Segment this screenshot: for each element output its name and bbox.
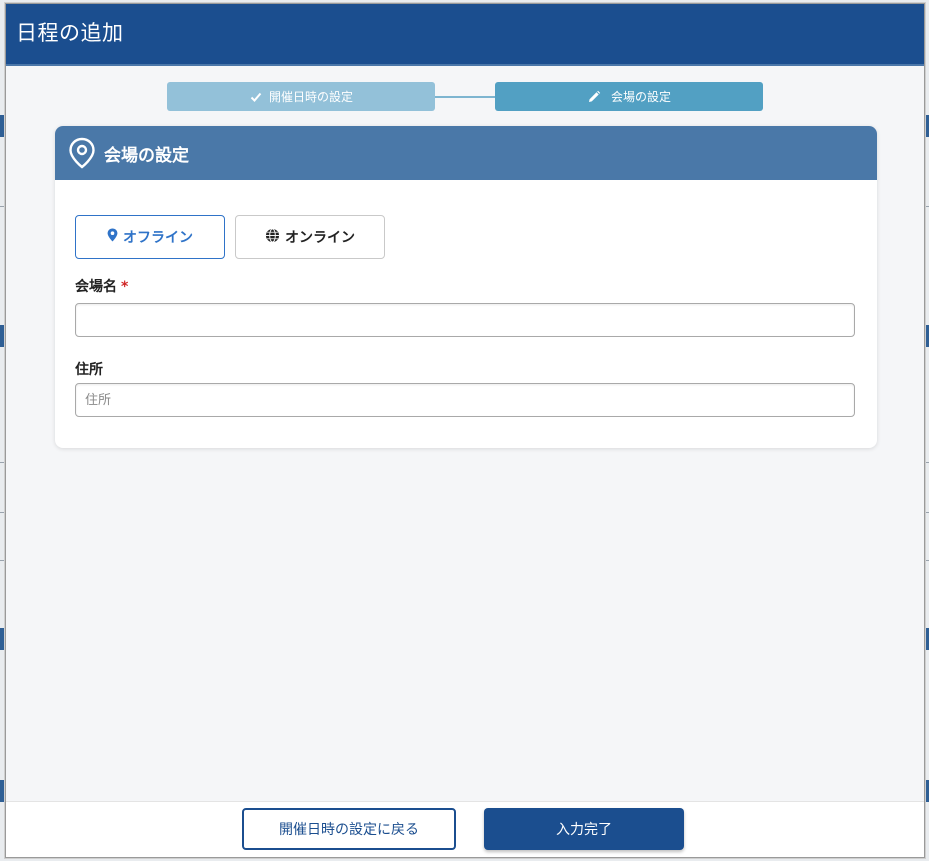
modal-title: 日程の追加: [16, 21, 124, 45]
offline-toggle-button[interactable]: オフライン: [75, 215, 225, 259]
address-input[interactable]: [75, 383, 855, 417]
check-icon: [249, 90, 263, 104]
required-mark: *: [121, 279, 129, 295]
step-connector: [435, 96, 495, 98]
step-datetime-settings: 開催日時の設定: [167, 82, 435, 111]
pencil-icon: [587, 90, 601, 104]
modal-footer: 開催日時の設定に戻る 入力完了: [6, 801, 924, 857]
venue-name-input[interactable]: [75, 303, 855, 337]
venue-settings-card: 会場の設定 オフライン オンライン 会場名 * 住所: [55, 126, 877, 448]
modal-header: 日程の追加: [6, 4, 924, 66]
location-pin-icon: [67, 137, 97, 169]
address-label: 住所: [75, 362, 103, 378]
offline-label: オフライン: [123, 230, 193, 246]
map-marker-icon: [107, 228, 118, 246]
complete-input-button[interactable]: 入力完了: [484, 808, 684, 850]
back-to-datetime-button[interactable]: 開催日時の設定に戻る: [242, 808, 456, 850]
online-toggle-button[interactable]: オンライン: [235, 215, 385, 259]
online-label: オンライン: [285, 230, 355, 246]
step-label: 開催日時の設定: [268, 90, 353, 104]
step-venue-settings: 会場の設定: [495, 82, 763, 111]
card-title: 会場の設定: [104, 146, 189, 166]
card-header: 会場の設定: [55, 126, 877, 180]
step-label: 会場の設定: [610, 90, 671, 104]
add-schedule-modal: 日程の追加 開催日時の設定 会場の設定 会場の設定 オフライン オンライン 会場…: [5, 3, 925, 858]
venue-name-label: 会場名 *: [75, 279, 129, 295]
globe-icon: [265, 227, 280, 247]
